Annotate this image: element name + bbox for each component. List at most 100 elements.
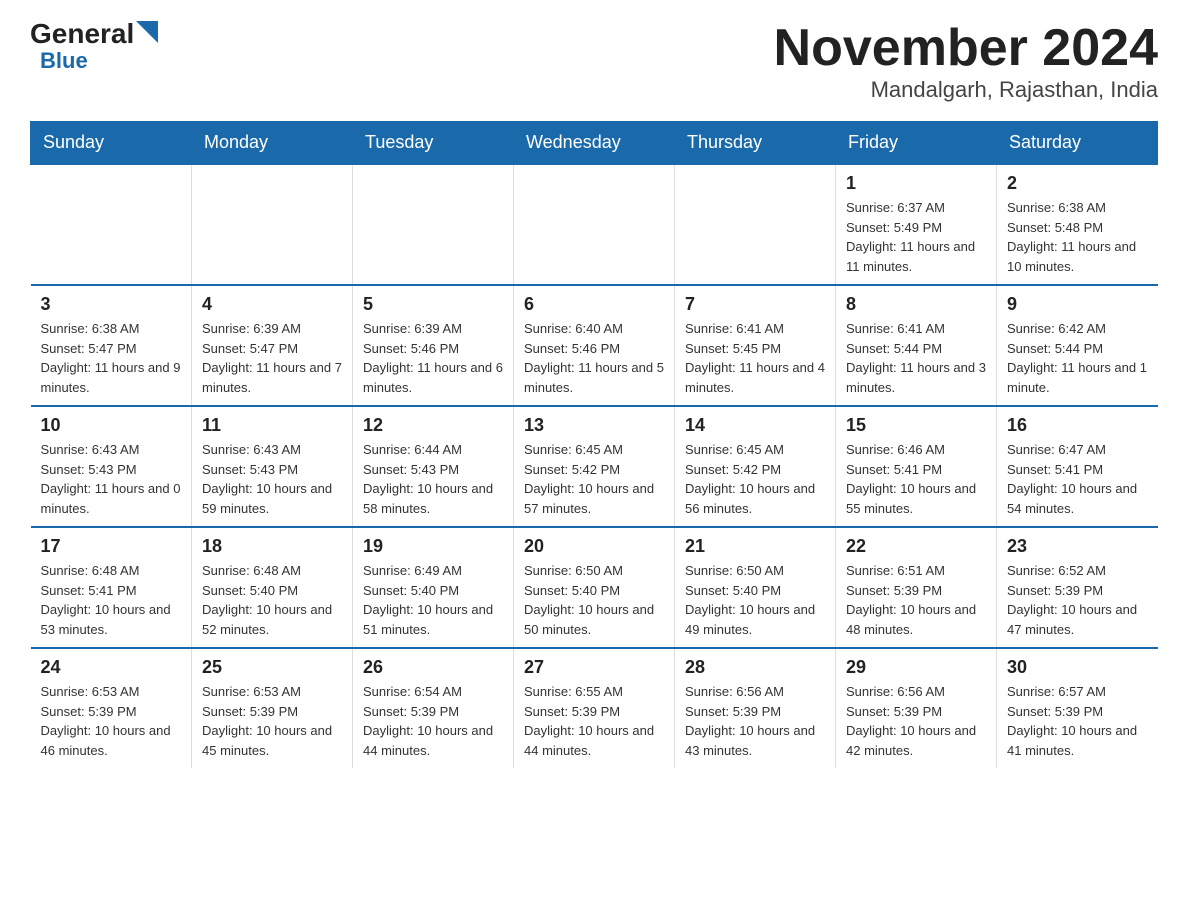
- calendar-day-cell: 19 Sunrise: 6:49 AMSunset: 5:40 PMDayligh…: [353, 527, 514, 648]
- calendar-day-cell: [353, 164, 514, 285]
- day-number: 27: [524, 657, 664, 678]
- calendar-day-cell: 22 Sunrise: 6:51 AMSunset: 5:39 PMDayligh…: [836, 527, 997, 648]
- calendar-day-cell: 28 Sunrise: 6:56 AMSunset: 5:39 PMDayligh…: [675, 648, 836, 768]
- calendar-day-cell: 12 Sunrise: 6:44 AMSunset: 5:43 PMDayligh…: [353, 406, 514, 527]
- day-number: 19: [363, 536, 503, 557]
- day-number: 9: [1007, 294, 1148, 315]
- calendar-day-cell: 24Sunrise: 6:53 AMSunset: 5:39 PMDayligh…: [31, 648, 192, 768]
- calendar-week-row: 10 Sunrise: 6:43 AMSunset: 5:43 PMDayligh…: [31, 406, 1158, 527]
- calendar-header-row: SundayMondayTuesdayWednesdayThursdayFrid…: [31, 122, 1158, 165]
- calendar-day-cell: 14 Sunrise: 6:45 AMSunset: 5:42 PMDayligh…: [675, 406, 836, 527]
- day-info: Sunrise: 6:53 AMSunset: 5:39 PMDaylight:…: [202, 682, 342, 760]
- day-info: Sunrise: 6:46 AMSunset: 5:41 PMDaylight:…: [846, 440, 986, 518]
- day-info: Sunrise: 6:55 AMSunset: 5:39 PMDaylight:…: [524, 682, 664, 760]
- calendar-day-cell: 17 Sunrise: 6:48 AMSunset: 5:41 PMDayligh…: [31, 527, 192, 648]
- calendar-day-cell: 9 Sunrise: 6:42 AMSunset: 5:44 PMDaylight…: [997, 285, 1158, 406]
- calendar-day-cell: [675, 164, 836, 285]
- day-info: Sunrise: 6:53 AMSunset: 5:39 PMDaylight:…: [41, 682, 182, 760]
- day-info: Sunrise: 6:48 AMSunset: 5:40 PMDaylight:…: [202, 561, 342, 639]
- day-info: Sunrise: 6:38 AMSunset: 5:47 PMDaylight:…: [41, 319, 182, 397]
- calendar-day-cell: 30 Sunrise: 6:57 AMSunset: 5:39 PMDayligh…: [997, 648, 1158, 768]
- header-thursday: Thursday: [675, 122, 836, 165]
- day-info: Sunrise: 6:56 AMSunset: 5:39 PMDaylight:…: [846, 682, 986, 760]
- day-number: 14: [685, 415, 825, 436]
- calendar-day-cell: 18 Sunrise: 6:48 AMSunset: 5:40 PMDayligh…: [192, 527, 353, 648]
- calendar-day-cell: [192, 164, 353, 285]
- header-friday: Friday: [836, 122, 997, 165]
- calendar-week-row: 1Sunrise: 6:37 AMSunset: 5:49 PMDaylight…: [31, 164, 1158, 285]
- day-number: 4: [202, 294, 342, 315]
- calendar-week-row: 17 Sunrise: 6:48 AMSunset: 5:41 PMDayligh…: [31, 527, 1158, 648]
- calendar-week-row: 3 Sunrise: 6:38 AMSunset: 5:47 PMDaylight…: [31, 285, 1158, 406]
- calendar-day-cell: 13 Sunrise: 6:45 AMSunset: 5:42 PMDayligh…: [514, 406, 675, 527]
- day-info: Sunrise: 6:44 AMSunset: 5:43 PMDaylight:…: [363, 440, 503, 518]
- day-info: Sunrise: 6:40 AMSunset: 5:46 PMDaylight:…: [524, 319, 664, 397]
- day-number: 25: [202, 657, 342, 678]
- day-number: 20: [524, 536, 664, 557]
- day-number: 22: [846, 536, 986, 557]
- calendar-title: November 2024: [774, 20, 1158, 77]
- day-info: Sunrise: 6:45 AMSunset: 5:42 PMDaylight:…: [685, 440, 825, 518]
- calendar-day-cell: 10 Sunrise: 6:43 AMSunset: 5:43 PMDayligh…: [31, 406, 192, 527]
- day-number: 18: [202, 536, 342, 557]
- header-wednesday: Wednesday: [514, 122, 675, 165]
- calendar-day-cell: [514, 164, 675, 285]
- day-info: Sunrise: 6:48 AMSunset: 5:41 PMDaylight:…: [41, 561, 182, 639]
- calendar-day-cell: 3 Sunrise: 6:38 AMSunset: 5:47 PMDaylight…: [31, 285, 192, 406]
- day-info: Sunrise: 6:41 AMSunset: 5:45 PMDaylight:…: [685, 319, 825, 397]
- day-info: Sunrise: 6:50 AMSunset: 5:40 PMDaylight:…: [685, 561, 825, 639]
- day-info: Sunrise: 6:43 AMSunset: 5:43 PMDaylight:…: [41, 440, 182, 518]
- calendar-table: SundayMondayTuesdayWednesdayThursdayFrid…: [30, 121, 1158, 768]
- day-info: Sunrise: 6:38 AMSunset: 5:48 PMDaylight:…: [1007, 198, 1148, 276]
- calendar-day-cell: 21 Sunrise: 6:50 AMSunset: 5:40 PMDayligh…: [675, 527, 836, 648]
- day-info: Sunrise: 6:41 AMSunset: 5:44 PMDaylight:…: [846, 319, 986, 397]
- day-info: Sunrise: 6:43 AMSunset: 5:43 PMDaylight:…: [202, 440, 342, 518]
- day-number: 13: [524, 415, 664, 436]
- header-monday: Monday: [192, 122, 353, 165]
- calendar-subtitle: Mandalgarh, Rajasthan, India: [774, 77, 1158, 103]
- day-number: 28: [685, 657, 825, 678]
- day-number: 21: [685, 536, 825, 557]
- day-info: Sunrise: 6:57 AMSunset: 5:39 PMDaylight:…: [1007, 682, 1148, 760]
- day-number: 30: [1007, 657, 1148, 678]
- calendar-day-cell: 26Sunrise: 6:54 AMSunset: 5:39 PMDayligh…: [353, 648, 514, 768]
- day-number: 29: [846, 657, 986, 678]
- header-saturday: Saturday: [997, 122, 1158, 165]
- header-sunday: Sunday: [31, 122, 192, 165]
- day-number: 3: [41, 294, 182, 315]
- day-info: Sunrise: 6:42 AMSunset: 5:44 PMDaylight:…: [1007, 319, 1148, 397]
- day-number: 16: [1007, 415, 1148, 436]
- calendar-day-cell: 27 Sunrise: 6:55 AMSunset: 5:39 PMDayligh…: [514, 648, 675, 768]
- day-number: 15: [846, 415, 986, 436]
- day-number: 8: [846, 294, 986, 315]
- day-number: 2: [1007, 173, 1148, 194]
- day-info: Sunrise: 6:47 AMSunset: 5:41 PMDaylight:…: [1007, 440, 1148, 518]
- day-info: Sunrise: 6:50 AMSunset: 5:40 PMDaylight:…: [524, 561, 664, 639]
- day-info: Sunrise: 6:51 AMSunset: 5:39 PMDaylight:…: [846, 561, 986, 639]
- day-number: 17: [41, 536, 182, 557]
- logo-arrow-icon: [136, 21, 158, 43]
- calendar-day-cell: 15 Sunrise: 6:46 AMSunset: 5:41 PMDayligh…: [836, 406, 997, 527]
- day-info: Sunrise: 6:52 AMSunset: 5:39 PMDaylight:…: [1007, 561, 1148, 639]
- day-number: 5: [363, 294, 503, 315]
- day-number: 12: [363, 415, 503, 436]
- title-block: November 2024 Mandalgarh, Rajasthan, Ind…: [774, 20, 1158, 103]
- calendar-day-cell: 20 Sunrise: 6:50 AMSunset: 5:40 PMDayligh…: [514, 527, 675, 648]
- page-header: General Blue November 2024 Mandalgarh, R…: [30, 20, 1158, 103]
- calendar-day-cell: 23Sunrise: 6:52 AMSunset: 5:39 PMDayligh…: [997, 527, 1158, 648]
- logo-blue-text: Blue: [40, 48, 88, 74]
- logo-general-text: General: [30, 20, 134, 48]
- day-number: 10: [41, 415, 182, 436]
- calendar-day-cell: 29 Sunrise: 6:56 AMSunset: 5:39 PMDayligh…: [836, 648, 997, 768]
- day-number: 7: [685, 294, 825, 315]
- day-info: Sunrise: 6:39 AMSunset: 5:47 PMDaylight:…: [202, 319, 342, 397]
- day-info: Sunrise: 6:49 AMSunset: 5:40 PMDaylight:…: [363, 561, 503, 639]
- day-info: Sunrise: 6:56 AMSunset: 5:39 PMDaylight:…: [685, 682, 825, 760]
- calendar-day-cell: 4 Sunrise: 6:39 AMSunset: 5:47 PMDaylight…: [192, 285, 353, 406]
- day-info: Sunrise: 6:45 AMSunset: 5:42 PMDaylight:…: [524, 440, 664, 518]
- calendar-day-cell: 5Sunrise: 6:39 AMSunset: 5:46 PMDaylight…: [353, 285, 514, 406]
- logo: General Blue: [30, 20, 158, 74]
- calendar-week-row: 24Sunrise: 6:53 AMSunset: 5:39 PMDayligh…: [31, 648, 1158, 768]
- calendar-day-cell: 25 Sunrise: 6:53 AMSunset: 5:39 PMDayligh…: [192, 648, 353, 768]
- calendar-day-cell: 1Sunrise: 6:37 AMSunset: 5:49 PMDaylight…: [836, 164, 997, 285]
